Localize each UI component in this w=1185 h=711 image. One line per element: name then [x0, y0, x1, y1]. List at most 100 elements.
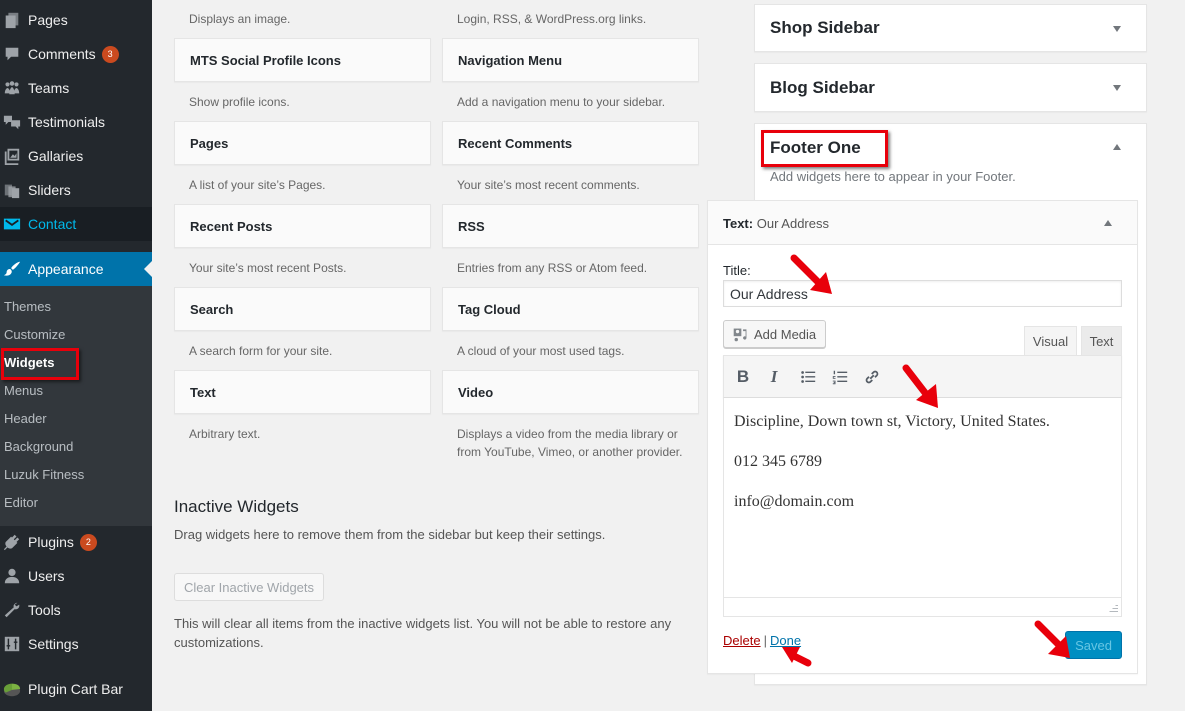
italic-icon[interactable]: I — [763, 366, 785, 388]
bold-icon[interactable]: B — [732, 366, 754, 388]
current-menu-arrow — [144, 261, 152, 277]
wp-admin-widgets-screen: Pages Comments 3 Teams Testimonials Gall… — [0, 0, 1185, 711]
submenu-header[interactable]: Header — [4, 411, 47, 426]
widget-instance-title: Our Address — [756, 216, 829, 231]
menu-item-plugin-cart-bar[interactable]: Plugin Cart Bar — [0, 672, 152, 706]
menu-label: Contact — [28, 216, 77, 232]
pie-chart-icon — [2, 679, 22, 699]
menu-item-users[interactable]: Users — [0, 559, 152, 593]
clear-inactive-widgets-button[interactable]: Clear Inactive Widgets — [174, 573, 324, 601]
sidebar-area-blog[interactable]: Blog Sidebar — [754, 63, 1147, 112]
menu-label: Teams — [28, 80, 70, 96]
menu-item-gallaries[interactable]: Gallaries — [0, 139, 152, 173]
submenu-menus[interactable]: Menus — [4, 383, 43, 398]
widget-tile-search[interactable]: Search — [174, 287, 431, 331]
widget-description: Entries from any RSS or Atom feed. — [457, 261, 648, 275]
menu-item-tools[interactable]: Tools — [0, 593, 152, 627]
content-line: Discipline, Down town st, Victory, Unite… — [734, 413, 1050, 430]
menu-label: Appearance — [28, 261, 104, 277]
sidebar-area-description: Add widgets here to appear in your Foote… — [770, 169, 1016, 184]
media-icon — [733, 328, 747, 341]
menu-label: Plugin Cart Bar — [28, 681, 123, 697]
submenu-luzuk-fitness[interactable]: Luzuk Fitness — [4, 467, 84, 482]
widget-tile-rss[interactable]: RSS — [442, 204, 699, 248]
widget-description: Your site’s most recent comments. — [457, 178, 640, 192]
title-input[interactable] — [723, 280, 1122, 307]
link-icon[interactable] — [861, 366, 883, 388]
settings-icon — [2, 634, 22, 654]
bulleted-list-icon[interactable] — [797, 366, 819, 388]
sidebar-area-title[interactable]: Footer One — [770, 124, 861, 172]
widget-description: Your site’s most recent Posts. — [189, 261, 347, 275]
gallery-icon — [2, 146, 22, 166]
user-icon — [2, 566, 22, 586]
done-link[interactable]: Done — [770, 633, 801, 648]
plug-icon — [2, 532, 22, 552]
content-line: info@domain.com — [734, 493, 855, 510]
submenu-editor[interactable]: Editor — [4, 495, 38, 510]
add-media-label: Add Media — [754, 326, 817, 342]
widget-description: Add a navigation menu to your sidebar. — [457, 95, 666, 109]
widget-tile-navigation-menu[interactable]: Navigation Menu — [442, 38, 699, 82]
paintbrush-icon — [2, 259, 22, 279]
widget-description: Displays an image. — [189, 12, 291, 26]
submenu-customize[interactable]: Customize — [4, 327, 65, 342]
menu-item-contact[interactable]: Contact — [0, 207, 152, 241]
menu-item-appearance[interactable]: Appearance — [0, 252, 152, 286]
submenu-themes[interactable]: Themes — [4, 299, 51, 314]
collapse-arrow-icon[interactable] — [1113, 144, 1121, 150]
widget-tile-video[interactable]: Video — [442, 370, 699, 414]
submenu-background[interactable]: Background — [4, 439, 73, 454]
comments-icon — [2, 44, 22, 64]
widget-description: A search form for your site. — [189, 344, 333, 358]
menu-item-comments[interactable]: Comments 3 — [0, 37, 152, 71]
menu-label: Users — [28, 568, 65, 584]
menu-label: Pages — [28, 12, 68, 28]
resize-handle-icon[interactable] — [1108, 603, 1118, 613]
menu-label: Sliders — [28, 182, 71, 198]
menu-item-pages[interactable]: Pages — [0, 3, 152, 37]
save-button[interactable]: Saved — [1065, 631, 1122, 659]
widget-tile-text[interactable]: Text — [174, 370, 431, 414]
menu-label: Testimonials — [28, 114, 106, 130]
pages-icon — [2, 10, 22, 30]
numbered-list-icon[interactable] — [829, 366, 851, 388]
menu-label: Gallaries — [28, 148, 84, 164]
menu-item-plugins[interactable]: Plugins 2 — [0, 525, 152, 559]
tab-text[interactable]: Text — [1081, 326, 1122, 355]
widget-tile-tag-cloud[interactable]: Tag Cloud — [442, 287, 699, 331]
widget-tile-pages[interactable]: Pages — [174, 121, 431, 165]
menu-item-testimonials[interactable]: Testimonials — [0, 105, 152, 139]
inactive-widgets-heading: Inactive Widgets — [174, 497, 299, 516]
menu-item-teams[interactable]: Teams — [0, 71, 152, 105]
testimonials-icon — [2, 112, 22, 132]
editor-statusbar — [723, 597, 1122, 617]
widget-tile-recent-comments[interactable]: Recent Comments — [442, 121, 699, 165]
widget-tile-mts-social-profile-icons[interactable]: MTS Social Profile Icons — [174, 38, 431, 82]
content-line: 012 345 6789 — [734, 453, 822, 470]
sidebar-area-shop[interactable]: Shop Sidebar — [754, 4, 1147, 52]
inactive-widgets-description: Drag widgets here to remove them from th… — [174, 527, 606, 542]
submenu-widgets[interactable]: Widgets — [4, 355, 54, 370]
envelope-icon — [2, 214, 22, 234]
tab-visual[interactable]: Visual — [1024, 326, 1077, 355]
widget-tile-recent-posts[interactable]: Recent Posts — [174, 204, 431, 248]
text-editor-content[interactable]: Discipline, Down town st, Victory, Unite… — [723, 398, 1122, 598]
delete-link[interactable]: Delete — [723, 633, 761, 648]
menu-item-settings[interactable]: Settings — [0, 627, 152, 661]
expand-arrow-icon[interactable] — [1113, 26, 1121, 32]
widget-description: Arbitrary text. — [189, 427, 261, 441]
menu-label: Tools — [28, 602, 61, 618]
appearance-submenu: Themes Customize Widgets Menus Header Ba… — [0, 286, 152, 526]
comments-count-badge: 3 — [101, 45, 119, 63]
widget-title: Text: Our Address — [723, 216, 829, 231]
add-media-button[interactable]: Add Media — [723, 320, 826, 348]
menu-item-sliders[interactable]: Sliders — [0, 173, 152, 207]
widget-header[interactable]: Text: Our Address — [708, 201, 1137, 245]
widget-description: A cloud of your most used tags. — [457, 344, 625, 358]
menu-label: Comments — [28, 46, 96, 62]
widget-description: Displays a video from the media library … — [457, 427, 683, 459]
menu-label: Settings — [28, 636, 79, 652]
expand-arrow-icon[interactable] — [1113, 85, 1121, 91]
collapse-arrow-icon[interactable] — [1104, 220, 1112, 226]
